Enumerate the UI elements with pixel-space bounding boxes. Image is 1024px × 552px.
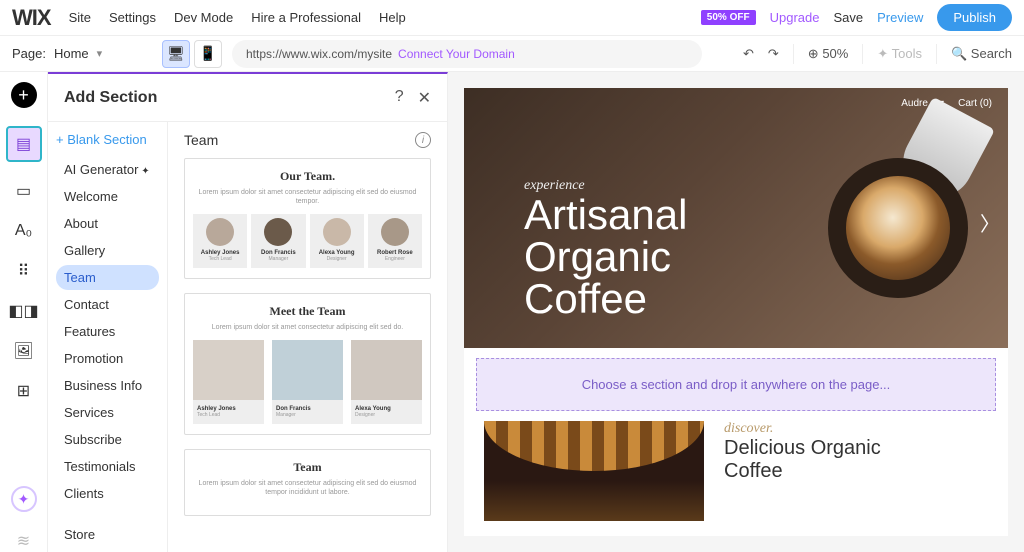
cat-features[interactable]: Features — [56, 319, 159, 344]
undo-button[interactable]: ↶ — [743, 46, 754, 62]
ai-icon[interactable]: ✦ — [11, 486, 37, 512]
section-dropzone[interactable]: Choose a section and drop it anywhere on… — [476, 358, 996, 411]
cat-testimonials[interactable]: Testimonials — [56, 454, 159, 479]
tools-button[interactable]: ✦ Tools — [877, 46, 922, 62]
preview-heading: Team — [184, 132, 218, 148]
zoom-button[interactable]: ⊕ 50% — [808, 46, 849, 62]
menu-hire[interactable]: Hire a Professional — [251, 10, 361, 25]
cat-business-info[interactable]: Business Info — [56, 373, 159, 398]
preview-button[interactable]: Preview — [877, 10, 923, 25]
add-icon[interactable]: + — [11, 82, 37, 108]
cat-ai-generator[interactable]: AI Generator — [56, 157, 159, 182]
site-preview: Audre... ▾ Cart (0) experience Artisanal… — [464, 88, 1008, 536]
section-template-our-team[interactable]: Our Team. Lorem ipsum dolor sit amet con… — [184, 158, 431, 279]
wix-logo[interactable]: WIX — [12, 5, 51, 31]
save-button[interactable]: Save — [833, 10, 863, 25]
page-selector[interactable]: Page: Home ▾ — [12, 46, 152, 61]
secondary-text: discover. Delicious Organic Coffee — [724, 421, 881, 521]
section-previews: Team i Our Team. Lorem ipsum dolor sit a… — [168, 122, 447, 552]
cat-contact[interactable]: Contact — [56, 292, 159, 317]
editor-canvas[interactable]: Audre... ▾ Cart (0) experience Artisanal… — [448, 72, 1024, 552]
search-button[interactable]: 🔍 Search — [951, 46, 1012, 62]
cat-promotion[interactable]: Promotion — [56, 346, 159, 371]
discount-badge: 50% OFF — [701, 10, 756, 25]
cat-services[interactable]: Services — [56, 400, 159, 425]
next-arrow-icon[interactable]: 〉 — [980, 208, 1000, 237]
add-section-panel: Add Section ? ✕ + Blank Section AI Gener… — [48, 72, 448, 552]
site-cart[interactable]: Cart (0) — [958, 98, 992, 109]
section-template-team[interactable]: Team Lorem ipsum dolor sit amet consecte… — [184, 449, 431, 516]
secondary-section[interactable]: discover. Delicious Organic Coffee — [464, 421, 1008, 521]
close-icon[interactable]: ✕ — [418, 88, 431, 108]
cat-subscribe[interactable]: Subscribe — [56, 427, 159, 452]
connect-domain-link[interactable]: Connect Your Domain — [398, 47, 515, 61]
url-bar[interactable]: https://www.wix.com/mysite Connect Your … — [232, 40, 702, 68]
page-value: Home — [54, 46, 89, 61]
blank-section-button[interactable]: + Blank Section — [56, 132, 159, 147]
coffee-cup-image — [828, 158, 968, 298]
chevron-down-icon: ▾ — [97, 47, 103, 60]
page-label: Page: — [12, 46, 46, 61]
sections-icon[interactable]: ▤ — [6, 126, 42, 162]
cat-welcome[interactable]: Welcome — [56, 184, 159, 209]
menu-devmode[interactable]: Dev Mode — [174, 10, 233, 25]
media-icon[interactable]: 🖼 — [13, 340, 35, 362]
content-icon[interactable]: ⊞ — [13, 380, 35, 402]
apps-icon[interactable]: ⠿ — [13, 260, 35, 282]
mobile-view-button[interactable]: 📱 — [194, 40, 222, 68]
cat-team[interactable]: Team — [56, 265, 159, 290]
top-menu: Site Settings Dev Mode Hire a Profession… — [69, 10, 406, 25]
hero-section[interactable]: Audre... ▾ Cart (0) experience Artisanal… — [464, 88, 1008, 348]
redo-button[interactable]: ↷ — [768, 46, 779, 62]
left-toolbar: + ▤ ▭ A₀ ⠿ ◧◨ 🖼 ⊞ ✦ ≋ — [0, 72, 48, 552]
publish-button[interactable]: Publish — [937, 4, 1012, 31]
panel-title: Add Section — [64, 89, 157, 107]
info-icon[interactable]: i — [415, 132, 431, 148]
menu-site[interactable]: Site — [69, 10, 91, 25]
help-icon[interactable]: ? — [395, 88, 404, 108]
pages-icon[interactable]: ▭ — [13, 180, 35, 202]
design-icon[interactable]: A₀ — [13, 220, 35, 242]
category-list: + Blank Section AI Generator Welcome Abo… — [48, 122, 168, 552]
menu-help[interactable]: Help — [379, 10, 406, 25]
business-icon[interactable]: ◧◨ — [13, 300, 35, 322]
cat-about[interactable]: About — [56, 211, 159, 236]
cat-store[interactable]: Store — [56, 522, 159, 547]
url-text: https://www.wix.com/mysite — [246, 47, 392, 61]
desktop-view-button[interactable]: 🖥 — [162, 40, 190, 68]
layers-icon[interactable]: ≋ — [13, 530, 35, 552]
menu-settings[interactable]: Settings — [109, 10, 156, 25]
cat-clients[interactable]: Clients — [56, 481, 159, 506]
section-template-meet-team[interactable]: Meet the Team Lorem ipsum dolor sit amet… — [184, 293, 431, 435]
cat-gallery[interactable]: Gallery — [56, 238, 159, 263]
espresso-image — [484, 421, 704, 521]
upgrade-link[interactable]: Upgrade — [770, 10, 820, 25]
hero-text: experience Artisanal Organic Coffee — [524, 178, 687, 320]
